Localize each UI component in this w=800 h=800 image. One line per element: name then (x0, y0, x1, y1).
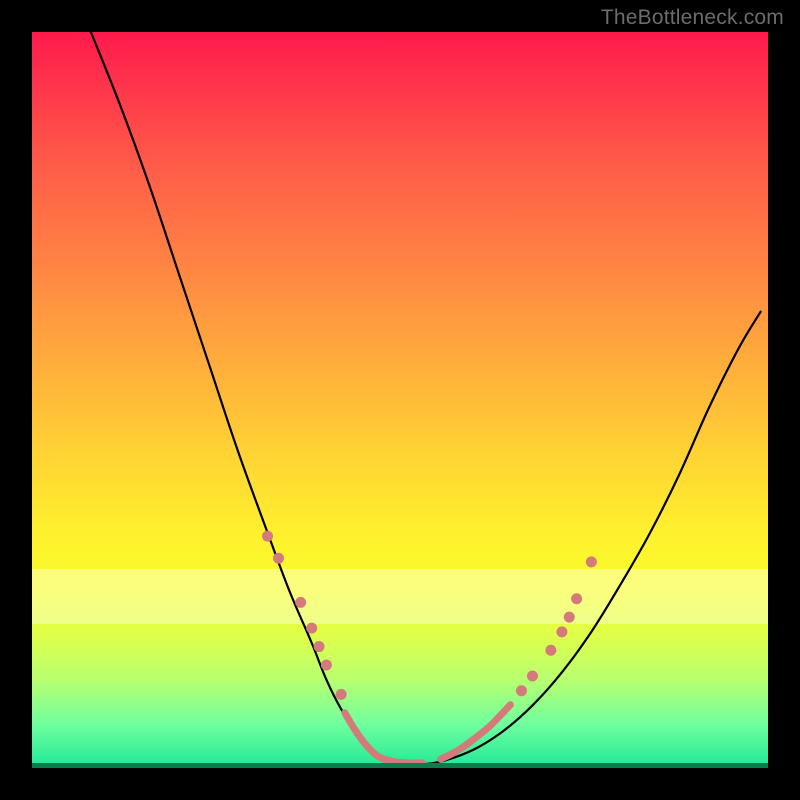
plot-area (32, 32, 768, 768)
floor-line (32, 763, 768, 768)
series-bottleneck-curve (91, 32, 761, 765)
marker-right_cluster-6 (586, 556, 597, 567)
marker-left_cluster-2 (295, 597, 306, 608)
marker-right_cluster-5 (571, 593, 582, 604)
marker-right_cluster-3 (556, 626, 567, 637)
marker-left_cluster-1 (273, 553, 284, 564)
marker-left_cluster-5 (321, 659, 332, 670)
marker-left_cluster-4 (314, 641, 325, 652)
marker-left_cluster-0 (262, 531, 273, 542)
marker-right_cluster-0 (516, 685, 527, 696)
series-bottom-segment-a (345, 713, 422, 763)
marker-right_cluster-1 (527, 671, 538, 682)
outer-frame: TheBottleneck.com (0, 0, 800, 800)
marker-left_cluster-3 (306, 623, 317, 634)
marker-right_cluster-2 (545, 645, 556, 656)
watermark-text: TheBottleneck.com (601, 6, 784, 30)
series-bottom-segment-b (440, 705, 510, 759)
marker-right_cluster-4 (564, 612, 575, 623)
chart-svg (32, 32, 768, 768)
marker-left_cluster-6 (336, 689, 347, 700)
